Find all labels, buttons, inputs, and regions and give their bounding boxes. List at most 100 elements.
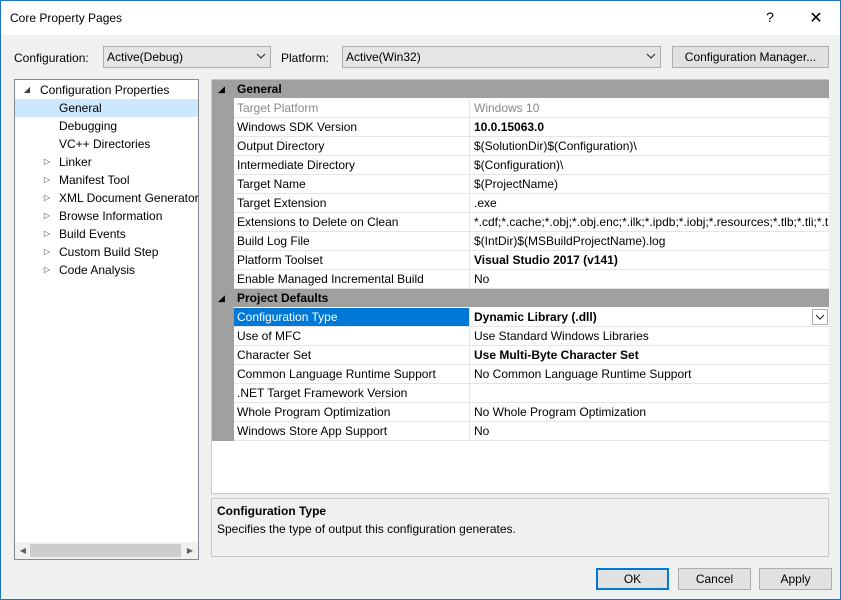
tree-item[interactable]: ▷ Manifest Tool xyxy=(15,171,198,189)
tree-item[interactable]: ▷ Build Events xyxy=(15,225,198,243)
expanded-icon[interactable]: ◢ xyxy=(22,81,32,99)
expanded-icon[interactable]: ◢ xyxy=(218,289,225,307)
tree-item[interactable]: General xyxy=(15,99,198,117)
property-name: Configuration Type xyxy=(234,308,470,326)
collapsed-icon[interactable]: ▷ xyxy=(42,243,52,261)
property-value[interactable]: $(ProjectName) xyxy=(471,175,829,193)
close-button[interactable]: ✕ xyxy=(807,8,825,28)
property-value-text: *.cdf;*.cache;*.obj;*.obj.enc;*.ilk;*.ip… xyxy=(474,215,829,229)
scroll-left-icon[interactable]: ◀ xyxy=(16,543,30,558)
property-value[interactable]: .exe xyxy=(471,194,829,212)
property-row[interactable]: Target Platform Windows 10 xyxy=(234,99,829,118)
property-value[interactable]: No xyxy=(471,422,829,440)
property-name: Enable Managed Incremental Build xyxy=(234,270,470,288)
tree-item[interactable]: ▷ Custom Build Step xyxy=(15,243,198,261)
configuration-dropdown[interactable]: Active(Debug) xyxy=(103,46,271,68)
property-value[interactable]: *.cdf;*.cache;*.obj;*.obj.enc;*.ilk;*.ip… xyxy=(471,213,829,231)
tree-item[interactable]: VC++ Directories xyxy=(15,135,198,153)
collapsed-icon[interactable]: ▷ xyxy=(42,153,52,171)
tree-item-label: Linker xyxy=(59,155,92,169)
ok-button[interactable]: OK xyxy=(596,568,669,590)
property-name: Target Extension xyxy=(234,194,470,212)
expanded-icon[interactable]: ◢ xyxy=(218,80,225,98)
property-value-text: No Whole Program Optimization xyxy=(474,405,647,419)
scrollbar-thumb[interactable] xyxy=(30,544,181,557)
property-row[interactable]: Output Directory $(SolutionDir)$(Configur… xyxy=(234,137,829,156)
property-name: Extensions to Delete on Clean xyxy=(234,213,470,231)
property-value[interactable]: 10.0.15063.0 xyxy=(471,118,829,136)
category-header[interactable]: ◢ Project Defaults xyxy=(212,289,829,307)
scroll-right-icon[interactable]: ▶ xyxy=(183,543,197,558)
property-value[interactable]: Visual Studio 2017 (v141) xyxy=(471,251,829,269)
tree-item[interactable]: ▷ Code Analysis xyxy=(15,261,198,279)
collapsed-icon[interactable]: ▷ xyxy=(42,189,52,207)
tree-root-configuration-properties[interactable]: ◢ Configuration Properties xyxy=(15,81,198,99)
property-name: Whole Program Optimization xyxy=(234,403,470,421)
help-button[interactable]: ? xyxy=(763,9,777,25)
tree-item[interactable]: Debugging xyxy=(15,117,198,135)
property-row[interactable]: Windows SDK Version 10.0.15063.0 xyxy=(234,118,829,137)
property-row[interactable]: Enable Managed Incremental Build No xyxy=(234,270,829,289)
property-value-text: No xyxy=(474,424,490,438)
description-panel: Configuration Type Specifies the type of… xyxy=(211,498,829,557)
tree-item[interactable]: ▷ Linker xyxy=(15,153,198,171)
configuration-manager-button[interactable]: Configuration Manager... xyxy=(672,46,829,68)
property-value[interactable]: Dynamic Library (.dll) xyxy=(471,308,829,326)
property-row[interactable]: .NET Target Framework Version xyxy=(234,384,829,403)
configuration-label: Configuration: xyxy=(14,51,89,65)
tree-item[interactable]: ▷ Browse Information xyxy=(15,207,198,225)
collapsed-icon[interactable]: ▷ xyxy=(42,171,52,189)
tree-horizontal-scrollbar[interactable]: ◀ ▶ xyxy=(15,542,198,559)
property-value[interactable]: Windows 10 xyxy=(471,99,829,117)
tree-item-label: VC++ Directories xyxy=(59,137,151,151)
property-value[interactable]: Use Standard Windows Libraries xyxy=(471,327,829,345)
property-row[interactable]: Common Language Runtime Support No Common… xyxy=(234,365,829,384)
property-name: Build Log File xyxy=(234,232,470,250)
property-value-text: Use Standard Windows Libraries xyxy=(474,329,649,343)
cancel-button[interactable]: Cancel xyxy=(678,568,751,590)
property-value-text: Windows 10 xyxy=(474,101,540,115)
collapsed-icon[interactable]: ▷ xyxy=(42,207,52,225)
property-tree[interactable]: ◢ Configuration Properties General Debugg… xyxy=(14,79,199,560)
property-row[interactable]: Character Set Use Multi-Byte Character Se… xyxy=(234,346,829,365)
property-row[interactable]: Configuration Type Dynamic Library (.dll) xyxy=(234,308,829,327)
property-row[interactable]: Use of MFC Use Standard Windows Libraries xyxy=(234,327,829,346)
property-grid: ◢ General Target Platform Windows 10 Windows… xyxy=(211,79,829,494)
grid-left-margin xyxy=(212,80,234,443)
property-value[interactable]: $(SolutionDir)$(Configuration)\ xyxy=(471,137,829,155)
property-name: Windows SDK Version xyxy=(234,118,470,136)
property-row[interactable]: Whole Program Optimization No Whole Progr… xyxy=(234,403,829,422)
property-row[interactable]: Platform Toolset Visual Studio 2017 (v141… xyxy=(234,251,829,270)
property-name: Windows Store App Support xyxy=(234,422,470,440)
platform-dropdown[interactable]: Active(Win32) xyxy=(342,46,661,68)
window-title: Core Property Pages xyxy=(10,11,123,25)
property-name: Intermediate Directory xyxy=(234,156,470,174)
property-name: Output Directory xyxy=(234,137,470,155)
chevron-down-icon xyxy=(256,53,266,59)
property-value[interactable]: No xyxy=(471,270,829,288)
property-value[interactable] xyxy=(471,384,829,402)
collapsed-icon[interactable]: ▷ xyxy=(42,225,52,243)
property-value-text: Visual Studio 2017 (v141) xyxy=(474,253,618,267)
property-value[interactable]: $(Configuration)\ xyxy=(471,156,829,174)
tree-item-label: Code Analysis xyxy=(59,263,136,277)
chevron-down-icon[interactable] xyxy=(812,309,828,325)
apply-button[interactable]: Apply xyxy=(759,568,832,590)
tree-item-label: XML Document Generator xyxy=(59,191,199,205)
property-value-text: $(Configuration)\ xyxy=(474,158,564,172)
property-row[interactable]: Windows Store App Support No xyxy=(234,422,829,441)
collapsed-icon[interactable]: ▷ xyxy=(42,261,52,279)
property-value[interactable]: Use Multi-Byte Character Set xyxy=(471,346,829,364)
tree-item[interactable]: ▷ XML Document Generator xyxy=(15,189,199,207)
property-row[interactable]: Target Name $(ProjectName) xyxy=(234,175,829,194)
property-row[interactable]: Intermediate Directory $(Configuration)\ xyxy=(234,156,829,175)
property-value[interactable]: $(IntDir)$(MSBuildProjectName).log xyxy=(471,232,829,250)
property-row[interactable]: Target Extension .exe xyxy=(234,194,829,213)
grid-empty-area xyxy=(212,441,829,493)
property-row[interactable]: Extensions to Delete on Clean *.cdf;*.cac… xyxy=(234,213,829,232)
tree-item-label: Build Events xyxy=(59,227,126,241)
property-row[interactable]: Build Log File $(IntDir)$(MSBuildProjectN… xyxy=(234,232,829,251)
category-header[interactable]: ◢ General xyxy=(212,80,829,98)
property-value[interactable]: No Whole Program Optimization xyxy=(471,403,829,421)
property-value[interactable]: No Common Language Runtime Support xyxy=(471,365,829,383)
